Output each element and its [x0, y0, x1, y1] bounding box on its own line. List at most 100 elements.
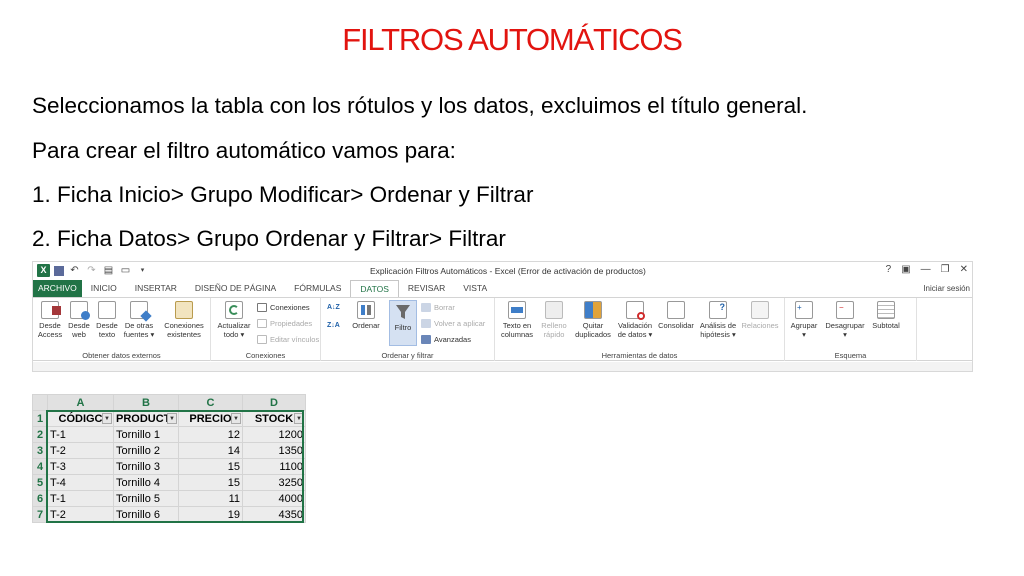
cell[interactable]: T-2 [47, 506, 114, 523]
borrar-button[interactable]: Borrar [421, 303, 455, 312]
cell[interactable]: T-3 [47, 458, 114, 475]
window-icon[interactable]: ▭ [119, 264, 132, 277]
row-header[interactable]: 5 [32, 474, 48, 491]
form-icon[interactable]: ▤ [102, 264, 115, 277]
cell[interactable]: T-1 [47, 426, 114, 443]
validacion-de-datos-button[interactable]: Validación de datos ▾ [615, 301, 655, 339]
texto-en-columnas-button[interactable]: Texto en columnas [499, 301, 535, 339]
table-row: 3 T-2 Tornillo 2 14 1350 [32, 442, 306, 459]
tab-vista[interactable]: VISTA [454, 280, 496, 297]
tab-insertar[interactable]: INSERTAR [126, 280, 186, 297]
filter-dropdown-icon[interactable]: ▼ [167, 413, 177, 424]
row-header[interactable]: 3 [32, 442, 48, 459]
signin-link[interactable]: Iniciar sesión [923, 284, 970, 293]
cell[interactable]: 11 [178, 490, 243, 507]
cell[interactable]: Tornillo 4 [113, 474, 179, 491]
table-header-cell[interactable]: STOCK ▼ [242, 410, 306, 427]
text-file-icon [98, 301, 116, 319]
cell[interactable]: 4350 [242, 506, 306, 523]
relleno-rapido-button[interactable]: Relleno rápido [537, 301, 571, 339]
text-to-columns-icon [508, 301, 526, 319]
ordenar-button[interactable]: Ordenar [349, 301, 383, 339]
what-if-icon: ? [709, 301, 727, 319]
tab-revisar[interactable]: REVISAR [399, 280, 454, 297]
desde-texto-button[interactable]: Desde texto [93, 301, 121, 339]
cell[interactable]: Tornillo 2 [113, 442, 179, 459]
column-header-a[interactable]: A [47, 394, 114, 411]
cell[interactable]: Tornillo 6 [113, 506, 179, 523]
conexiones-existentes-button[interactable]: Conexiones existentes [161, 301, 207, 339]
table-row: 7 T-2 Tornillo 6 19 4350 [32, 506, 306, 523]
table-row: 2 T-1 Tornillo 1 12 1200 [32, 426, 306, 443]
cell[interactable]: T-2 [47, 442, 114, 459]
avanzadas-button[interactable]: Avanzadas [421, 335, 471, 344]
actualizar-todo-button[interactable]: Actualizar todo ▾ [215, 301, 253, 339]
table-header-cell[interactable]: CÓDIGC ▼ [47, 410, 114, 427]
agrupar-button[interactable]: + Agrupar ▾ [787, 301, 821, 339]
cell[interactable]: 19 [178, 506, 243, 523]
cell[interactable]: 3250 [242, 474, 306, 491]
relaciones-button[interactable]: Relaciones [739, 301, 781, 339]
help-icon[interactable]: ? [886, 264, 892, 275]
row-header[interactable]: 7 [32, 506, 48, 523]
restore-icon[interactable]: ❐ [941, 264, 950, 275]
cell[interactable]: T-4 [47, 474, 114, 491]
cell[interactable]: Tornillo 5 [113, 490, 179, 507]
column-header-d[interactable]: D [242, 394, 306, 411]
row-header[interactable]: 1 [32, 410, 48, 427]
customize-qat-icon[interactable]: ▾ [136, 264, 149, 277]
filter-dropdown-icon[interactable]: ▼ [231, 413, 241, 424]
data-validation-icon [626, 301, 645, 320]
consolidar-button[interactable]: Consolidar [655, 301, 697, 339]
cell[interactable]: T-1 [47, 490, 114, 507]
cell[interactable]: 15 [178, 474, 243, 491]
table-header-cell[interactable]: PRECIO ▼ [178, 410, 243, 427]
table-row: 5 T-4 Tornillo 4 15 3250 [32, 474, 306, 491]
otras-fuentes-button[interactable]: De otras fuentes ▾ [121, 301, 157, 339]
analisis-de-hipotesis-button[interactable]: ? Análisis de hipótesis ▾ [697, 301, 739, 339]
redo-icon[interactable]: ↷ [85, 264, 98, 277]
volver-a-aplicar-button[interactable]: Volver a aplicar [421, 319, 485, 328]
row-header[interactable]: 4 [32, 458, 48, 475]
minimize-icon[interactable]: — [921, 264, 931, 275]
edit-links-icon [257, 335, 267, 344]
row-header[interactable]: 6 [32, 490, 48, 507]
filter-dropdown-icon[interactable]: ▼ [102, 413, 112, 424]
desde-web-button[interactable]: Desde web [65, 301, 93, 339]
editar-vinculos-button[interactable]: Editar vínculos [257, 335, 319, 344]
conexiones-button[interactable]: Conexiones [257, 303, 310, 312]
quitar-duplicados-button[interactable]: Quitar duplicados [573, 301, 613, 339]
ribbon-display-icon[interactable]: ▣ [901, 264, 910, 275]
column-header-b[interactable]: B [113, 394, 179, 411]
cell[interactable]: 12 [178, 426, 243, 443]
close-icon[interactable]: ✕ [960, 264, 968, 275]
desde-access-button[interactable]: Desde Access [35, 301, 65, 339]
cell[interactable]: Tornillo 1 [113, 426, 179, 443]
tab-formulas[interactable]: FÓRMULAS [285, 280, 350, 297]
sort-az-button[interactable]: A↓Z [327, 304, 340, 311]
propiedades-button[interactable]: Propiedades [257, 319, 312, 328]
tab-diseno-de-pagina[interactable]: DISEÑO DE PÁGINA [186, 280, 285, 297]
row-header[interactable]: 2 [32, 426, 48, 443]
tab-archivo[interactable]: ARCHIVO [33, 280, 82, 297]
save-icon[interactable] [54, 266, 64, 276]
tab-datos[interactable]: DATOS [350, 280, 399, 297]
excel-ribbon-window: X ↶ ↷ ▤ ▭ ▾ Explicación Filtros Automáti… [32, 261, 973, 372]
sort-za-button[interactable]: Z↓A [327, 322, 340, 329]
filtro-button[interactable]: Filtro [389, 300, 417, 346]
cell[interactable]: 4000 [242, 490, 306, 507]
table-header-cell[interactable]: PRODUCT ▼ [113, 410, 179, 427]
undo-icon[interactable]: ↶ [68, 264, 81, 277]
filter-dropdown-icon[interactable]: ▼ [294, 413, 304, 424]
tab-inicio[interactable]: INICIO [82, 280, 126, 297]
cell[interactable]: 1100 [242, 458, 306, 475]
column-header-c[interactable]: C [178, 394, 243, 411]
subtotal-button[interactable]: Subtotal [869, 301, 903, 339]
cell[interactable]: 14 [178, 442, 243, 459]
cell[interactable]: 15 [178, 458, 243, 475]
cell[interactable]: 1200 [242, 426, 306, 443]
cell[interactable]: 1350 [242, 442, 306, 459]
cell[interactable]: Tornillo 3 [113, 458, 179, 475]
desagrupar-button[interactable]: − Desagrupar ▾ [823, 301, 867, 339]
select-all-corner[interactable] [32, 394, 48, 411]
